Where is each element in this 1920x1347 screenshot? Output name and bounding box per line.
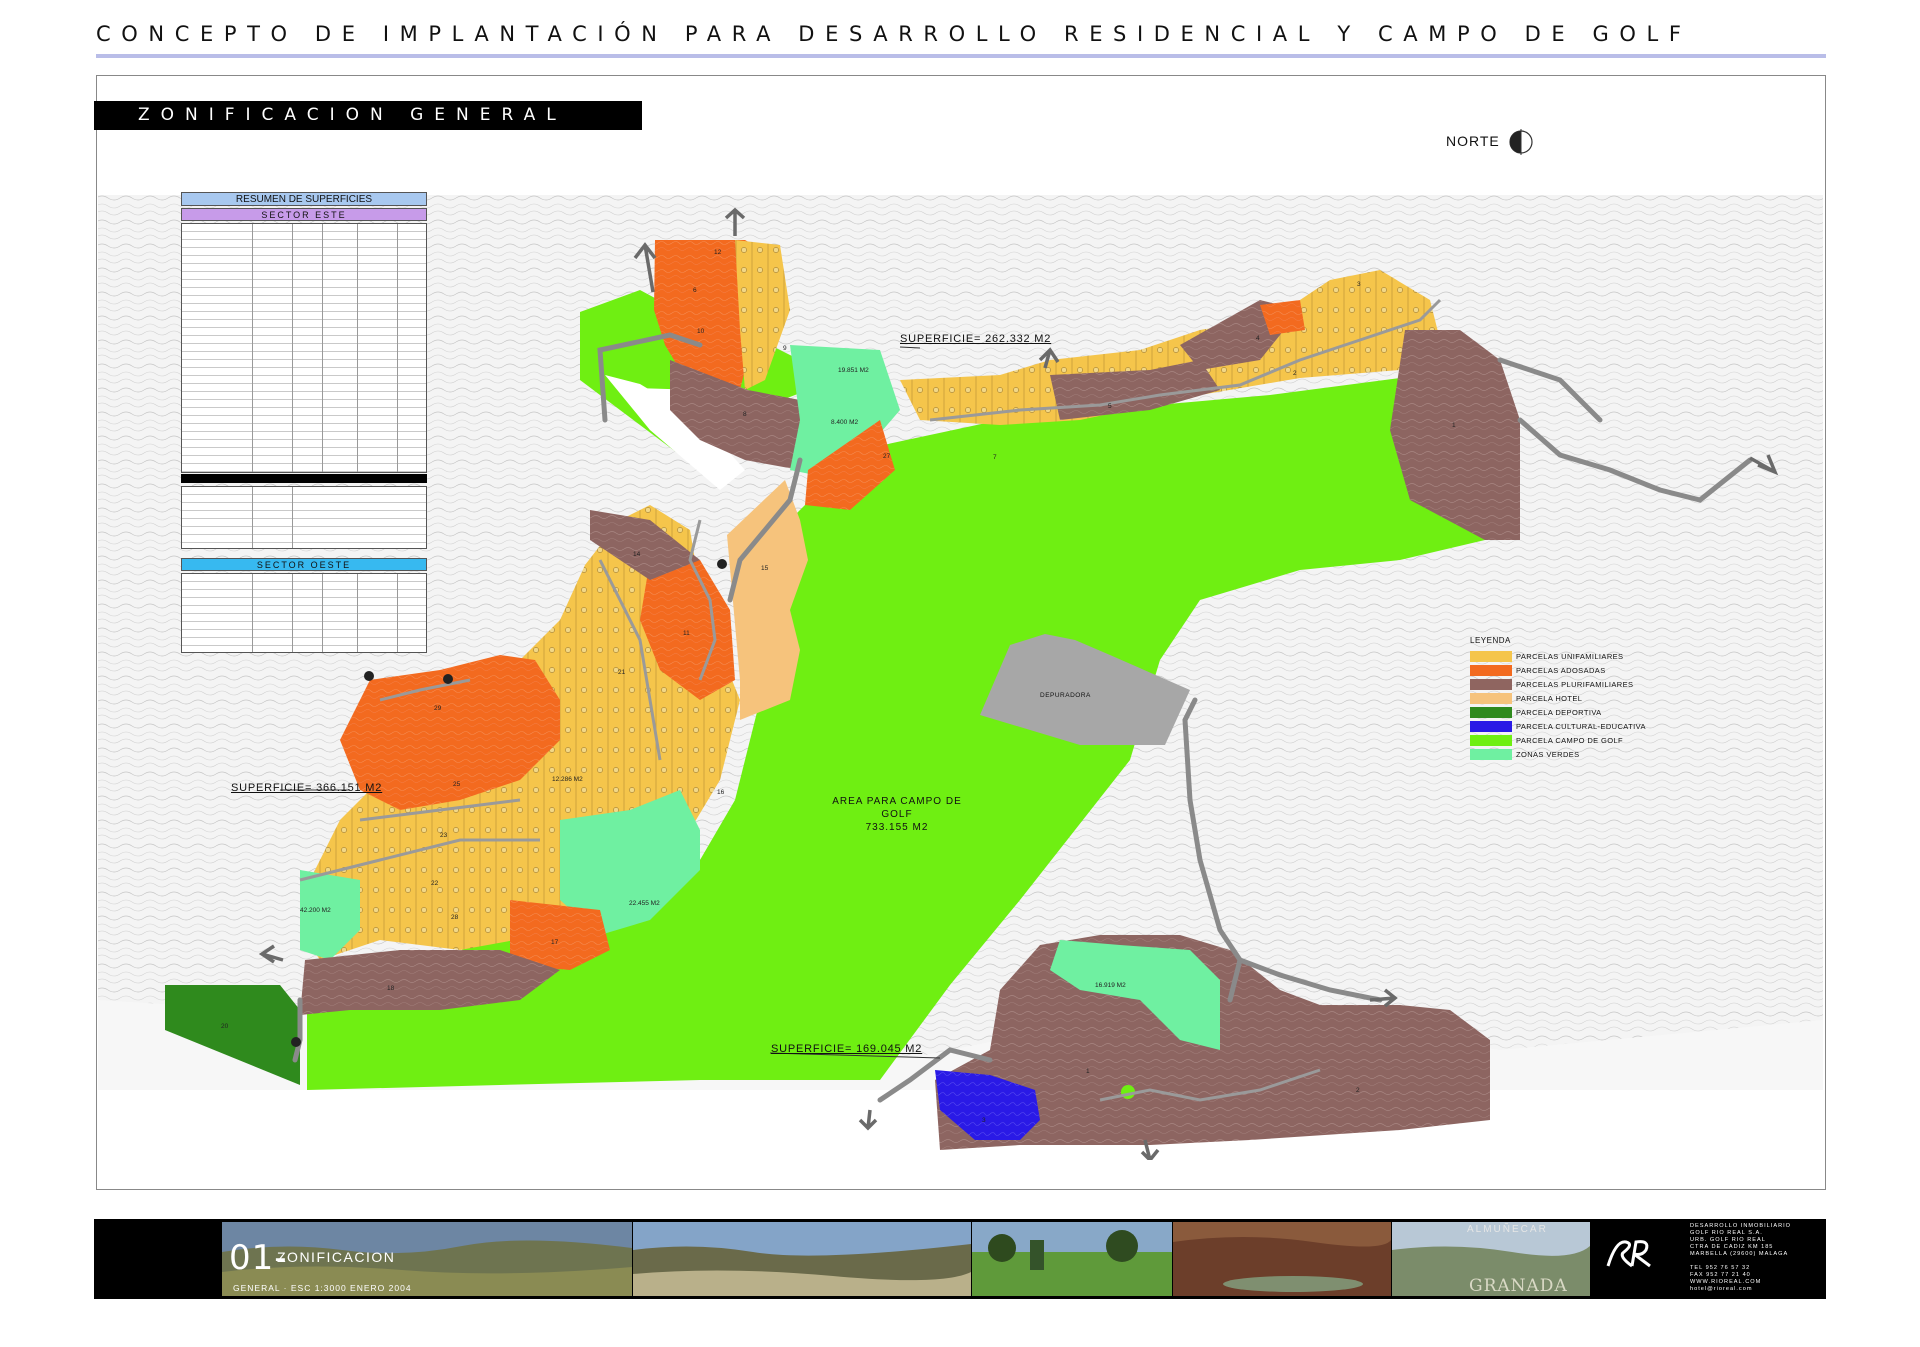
company-line: DESARROLLO INMOBILIARIO — [1690, 1223, 1792, 1229]
plot-number: 5 — [1108, 403, 1112, 410]
golf-area-title: AREA PARA CAMPO DE GOLF — [832, 796, 962, 820]
plot-number: 15 — [761, 565, 769, 572]
legend-swatch — [1470, 665, 1512, 676]
company-line: URB. GOLF RIO REAL — [1690, 1237, 1766, 1243]
legend-label: PARCELA CULTURAL-EDUCATIVA — [1516, 722, 1646, 731]
area-label-west: SUPERFICIE= 366.151 M2 — [231, 782, 383, 794]
plot-number: 25 — [453, 781, 461, 788]
plot-number: 8 — [743, 411, 747, 418]
legend-swatch — [1470, 679, 1512, 690]
company-line: TEL 952 76 57 32 — [1690, 1265, 1751, 1271]
sector-west-header: SECTOR OESTE — [181, 558, 427, 571]
zone-value: 16.919 M2 — [1095, 982, 1126, 989]
plot-number: 2 — [1356, 1087, 1360, 1094]
legend-label: PARCELAS UNIFAMILIARES — [1516, 652, 1624, 661]
legend-title: LEYENDA — [1470, 636, 1511, 645]
plot-number: 23 — [440, 832, 448, 839]
plot-number: 29 — [434, 705, 442, 712]
plot-number: 11 — [683, 630, 690, 637]
plot-number: 10 — [697, 328, 705, 335]
east-total-bar — [181, 474, 427, 483]
sheet-name: ZONIFICACION — [277, 1249, 396, 1265]
plot-number: 22 — [431, 880, 439, 887]
zone-value: 42.200 M2 — [300, 907, 331, 914]
legend-label: PARCELAS PLURIFAMILIARES — [1516, 680, 1634, 689]
section-title: ZONIFICACION GENERAL — [94, 101, 642, 130]
plot-number: 3 — [1357, 281, 1361, 288]
zone-value: 8.400 M2 — [831, 419, 859, 426]
company-line: CTRA DE CADIZ KM 185 — [1690, 1244, 1774, 1250]
legend-item: PARCELAS UNIFAMILIARES — [1470, 651, 1670, 663]
lake-photo — [1173, 1222, 1391, 1296]
plot-number: 6 — [693, 287, 697, 294]
company-info: DESARROLLO INMOBILIARIO GOLF RIO REAL S.… — [1690, 1223, 1791, 1293]
area-label-north: SUPERFICIE= 262.332 M2 — [900, 333, 1052, 345]
company-line: WWW.RIOREAL.COM — [1690, 1279, 1762, 1285]
legend-swatch — [1470, 721, 1512, 732]
west-summary-table — [181, 573, 427, 653]
landscape-photo-2 — [633, 1222, 971, 1296]
plot-number: 27 — [883, 453, 891, 460]
place-almunecar: ALMUÑECAR — [1467, 1224, 1548, 1235]
golf-photo — [972, 1222, 1172, 1296]
company-line — [1690, 1258, 1791, 1265]
company-line: GOLF RIO REAL S.A. — [1690, 1230, 1763, 1236]
zone-value: 22.455 M2 — [629, 900, 660, 907]
depuradora-label: DEPURADORA — [1040, 692, 1091, 699]
north-label: NORTE — [1446, 133, 1500, 149]
legend-item: PARCELA HOTEL — [1470, 693, 1670, 705]
plot-number: 17 — [551, 939, 559, 946]
plot-number: 2 — [1293, 370, 1297, 377]
company-logo-icon — [1606, 1240, 1651, 1268]
legend-swatch — [1470, 749, 1512, 760]
company-line: MARBELLA (29600) MALAGA — [1690, 1251, 1789, 1257]
legend-label: ZONAS VERDES — [1516, 750, 1580, 759]
plot-number: 9 — [783, 345, 787, 352]
north-arrow-icon — [1509, 129, 1533, 155]
company-line: hotel@rioreal.com — [1690, 1286, 1753, 1292]
plot-number: 21 — [618, 669, 626, 676]
place-granada: GRANADA — [1469, 1276, 1568, 1296]
east-green-table — [181, 486, 427, 549]
legend-item: PARCELA CAMPO DE GOLF — [1470, 735, 1670, 747]
plot-number: 4 — [1256, 335, 1260, 342]
legend-item: PARCELAS PLURIFAMILIARES — [1470, 679, 1670, 691]
sector-east-header: SECTOR ESTE — [181, 208, 427, 221]
summary-title: RESUMEN DE SUPERFICIES — [181, 192, 427, 206]
sheet-subtitle: GENERAL · ESC 1:3000 ENERO 2004 — [233, 1283, 412, 1293]
legend-label: PARCELA DEPORTIVA — [1516, 708, 1602, 717]
plot-number: 7 — [993, 454, 997, 461]
legend-swatch — [1470, 693, 1512, 704]
zone-value: 19.851 M2 — [838, 367, 869, 374]
company-line: FAX 952 77 21 40 — [1690, 1272, 1751, 1278]
legend-item: PARCELA DEPORTIVA — [1470, 707, 1670, 719]
legend-label: PARCELA CAMPO DE GOLF — [1516, 736, 1624, 745]
legend-label: PARCELAS ADOSADAS — [1516, 666, 1606, 675]
plot-number: 3 — [982, 1117, 986, 1124]
legend-item: PARCELAS ADOSADAS — [1470, 665, 1670, 677]
plot-number: 12 — [714, 249, 722, 256]
sheet-title: 01- ZONIFICACION — [229, 1241, 394, 1275]
header-divider — [96, 54, 1826, 58]
legend-swatch — [1470, 707, 1512, 718]
plot-number: 20 — [221, 1023, 229, 1030]
plot-number: 1 — [1452, 422, 1456, 429]
legend-item: ZONAS VERDES — [1470, 749, 1670, 761]
page-title: CONCEPTO DE IMPLANTACIÓN PARA DESARROLLO… — [96, 22, 1692, 46]
golf-area-value: 733.155 M2 — [865, 822, 929, 833]
legend-swatch — [1470, 651, 1512, 662]
area-label-south: SUPERFICIE= 169.045 M2 — [771, 1043, 923, 1055]
plot-number: 28 — [451, 914, 459, 921]
plot-number: 18 — [387, 985, 395, 992]
golf-area-label: AREA PARA CAMPO DE GOLF 733.155 M2 — [817, 795, 977, 834]
plot-number: 14 — [633, 551, 641, 558]
legend-label: PARCELA HOTEL — [1516, 694, 1583, 703]
legend-swatch — [1470, 735, 1512, 746]
zone-value: 12.286 M2 — [552, 776, 583, 783]
legend-item: PARCELA CULTURAL-EDUCATIVA — [1470, 721, 1670, 733]
plot-number: 1 — [1086, 1068, 1090, 1075]
east-summary-table — [181, 223, 427, 473]
plot-number: 16 — [717, 789, 725, 796]
